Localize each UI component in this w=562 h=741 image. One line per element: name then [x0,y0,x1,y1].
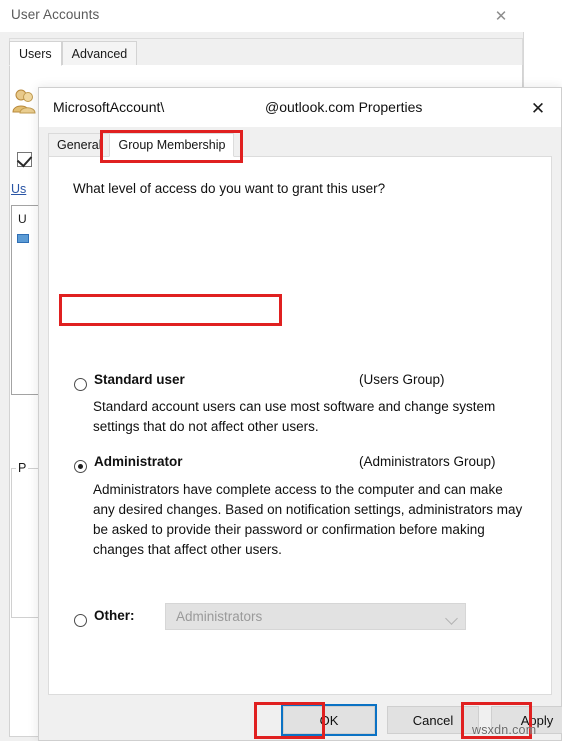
tab-users[interactable]: Users [9,41,62,66]
group-membership-tabpage: What level of access do you want to gran… [48,156,552,695]
dialog-title-suffix: @outlook.com Properties [265,99,423,115]
standard-user-label[interactable]: Standard user [94,372,185,387]
radio-selected-dot [78,464,83,469]
administrator-group-label: (Administrators Group) [359,454,496,469]
dialog-title-account-prefix: MicrosoftAccount\ [53,99,165,115]
administrator-label[interactable]: Administrator [94,454,183,469]
close-icon[interactable]: ✕ [486,4,516,28]
watermark: wsxdn.com [472,723,537,737]
check-icon [16,151,33,168]
highlight-group-membership-tab [100,130,243,163]
other-group-dropdown-value: Administrators [176,609,263,624]
users-link[interactable]: Us [11,182,26,196]
standard-user-group-label: (Users Group) [359,372,445,387]
close-icon[interactable]: ✕ [521,95,555,121]
radio-administrator[interactable] [74,460,87,473]
radio-other[interactable] [74,614,87,627]
chevron-down-icon [445,612,458,625]
users-list-column-header: U [18,212,27,226]
tab-advanced[interactable]: Advanced [61,41,138,66]
user-accounts-tabstrip: Users Advanced [9,41,138,66]
account-properties-dialog: MicrosoftAccount\ @outlook.com Propertie… [38,87,562,741]
account-icon [16,231,30,243]
password-groupbox-label: P [16,461,29,475]
standard-user-description: Standard account users can use most soft… [93,399,496,434]
highlight-ok-button [254,702,325,739]
access-level-question: What level of access do you want to gran… [73,181,386,196]
administrator-description: Administrators have complete access to t… [93,482,523,557]
radio-standard-user[interactable] [74,378,87,391]
other-group-dropdown[interactable]: Administrators [165,603,466,630]
users-icon [12,88,36,114]
other-label[interactable]: Other: [94,608,135,623]
user-accounts-title: User Accounts [11,7,100,22]
require-password-checkbox[interactable] [16,151,33,168]
highlight-administrator-option [59,294,282,326]
